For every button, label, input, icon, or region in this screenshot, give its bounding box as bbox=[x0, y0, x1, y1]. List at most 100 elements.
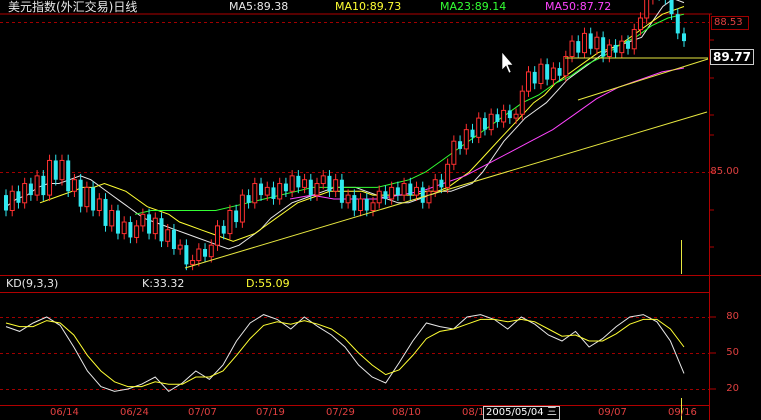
candle-body bbox=[532, 71, 537, 84]
candle-body bbox=[370, 202, 376, 212]
candle-body bbox=[134, 225, 140, 238]
candle-body bbox=[426, 190, 432, 204]
current-price-box: 89.77 bbox=[710, 49, 754, 65]
candle-body bbox=[196, 248, 202, 262]
candle-body bbox=[78, 179, 83, 207]
candle-body bbox=[214, 225, 220, 246]
candle-body bbox=[96, 198, 102, 211]
candle-body bbox=[177, 244, 183, 250]
candle-body bbox=[121, 221, 127, 235]
candle-body bbox=[277, 183, 283, 200]
candle-body bbox=[22, 183, 28, 204]
candle-body bbox=[594, 36, 600, 50]
chart-canvas bbox=[0, 0, 761, 420]
candle-body bbox=[495, 114, 500, 122]
candle-body bbox=[576, 41, 581, 53]
candle-body bbox=[588, 33, 593, 49]
candle-body bbox=[525, 71, 531, 92]
candle-body bbox=[581, 32, 587, 54]
candle-body bbox=[59, 159, 65, 181]
candle-body bbox=[47, 159, 53, 196]
high-price-box: 88.53 bbox=[711, 16, 749, 30]
candle-body bbox=[314, 183, 320, 196]
channel-trendline bbox=[577, 58, 709, 101]
ma5-label: MA5:89.38 bbox=[229, 0, 289, 13]
candle-body bbox=[147, 214, 152, 234]
candle-body bbox=[296, 175, 301, 188]
candle-body bbox=[159, 218, 164, 242]
kd-level-80: 80 bbox=[726, 311, 739, 322]
candle-body bbox=[115, 210, 120, 234]
x-label-2: 07/07 bbox=[188, 407, 217, 418]
candle-body bbox=[488, 113, 494, 131]
candle-body bbox=[545, 64, 550, 80]
candle-body bbox=[271, 187, 276, 199]
candle-body bbox=[16, 191, 21, 203]
candle-body bbox=[637, 17, 643, 31]
candle-body bbox=[184, 245, 189, 265]
candle-body bbox=[519, 90, 525, 115]
candle-body bbox=[302, 179, 308, 188]
candle-body bbox=[259, 183, 264, 196]
x-label-3: 07/19 bbox=[256, 407, 285, 418]
candle-body bbox=[569, 40, 575, 57]
candle-body bbox=[152, 217, 158, 235]
candle-body bbox=[28, 183, 33, 196]
candle-body bbox=[339, 179, 344, 203]
mouse-cursor-icon bbox=[501, 51, 514, 74]
support-trendline bbox=[184, 111, 708, 269]
candle-body bbox=[71, 179, 77, 192]
kd-d-value: D:55.09 bbox=[246, 277, 290, 290]
candlesticks bbox=[4, 0, 686, 271]
candle-body bbox=[34, 175, 40, 196]
candle-body bbox=[414, 186, 420, 196]
candle-body bbox=[682, 33, 686, 42]
candle-body bbox=[644, 0, 650, 19]
candle-body bbox=[626, 41, 631, 49]
candle-body bbox=[364, 198, 369, 211]
candle-body bbox=[227, 210, 233, 235]
candle-body bbox=[53, 160, 58, 180]
candle-body bbox=[601, 37, 606, 57]
candle-body bbox=[333, 179, 339, 192]
candle-body bbox=[501, 109, 507, 123]
x-label-5: 08/10 bbox=[392, 407, 421, 418]
candle-body bbox=[606, 44, 612, 58]
candle-body bbox=[208, 244, 214, 258]
x-label-9: 09/16 bbox=[668, 407, 697, 418]
candle-body bbox=[445, 163, 451, 188]
candle-body bbox=[513, 113, 519, 119]
x-label-4: 07/29 bbox=[326, 407, 355, 418]
price-tick-85: 85.00 bbox=[710, 166, 739, 177]
candle-body bbox=[140, 213, 146, 227]
candle-body bbox=[327, 175, 332, 192]
candle-body bbox=[203, 249, 208, 257]
kd-title: KD(9,3,3) bbox=[6, 277, 59, 290]
candle-body bbox=[463, 129, 469, 150]
candle-body bbox=[264, 186, 270, 196]
x-label-1: 06/24 bbox=[120, 407, 149, 418]
candle-body bbox=[383, 191, 388, 199]
candle-body bbox=[320, 175, 326, 185]
candle-body bbox=[352, 195, 357, 211]
candle-body bbox=[420, 187, 425, 203]
candle-body bbox=[190, 260, 196, 265]
ma50-label: MA50:87.72 bbox=[545, 0, 612, 13]
right-axis-ticks bbox=[709, 39, 716, 390]
candle-body bbox=[613, 44, 618, 53]
candle-body bbox=[41, 175, 46, 196]
candle-body bbox=[308, 179, 313, 196]
candle-body bbox=[109, 210, 115, 227]
candle-body bbox=[631, 29, 637, 50]
date-cursor-label: 2005/05/04 三 bbox=[483, 406, 560, 420]
kd-k-value: K:33.32 bbox=[142, 277, 185, 290]
candle-body bbox=[675, 14, 680, 34]
candle-body bbox=[550, 67, 556, 81]
candle-body bbox=[289, 175, 295, 192]
candle-body bbox=[619, 40, 625, 54]
candle-body bbox=[376, 190, 382, 204]
candle-body bbox=[165, 229, 171, 242]
candle-body bbox=[239, 194, 245, 223]
candle-body bbox=[171, 229, 176, 249]
candle-body bbox=[246, 195, 251, 203]
